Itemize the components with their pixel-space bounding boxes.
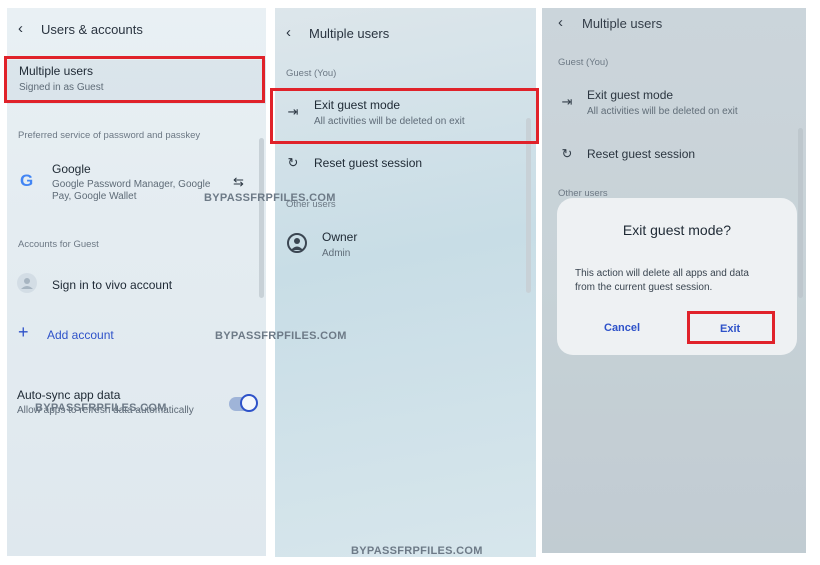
add-account-button[interactable]: Add account (47, 328, 114, 342)
swap-arrows-icon[interactable]: ⇆ (233, 174, 244, 190)
dialog-message-line1: This action will delete all apps and dat… (575, 268, 749, 279)
watermark: BYPASSFRPFILES.COM (351, 545, 483, 557)
dialog-title: Exit guest mode? (622, 222, 732, 238)
reset-guest-session-title: Reset guest session (314, 156, 423, 170)
scrollbar[interactable] (526, 118, 531, 293)
page-title: Multiple users (309, 26, 390, 41)
back-chevron-icon[interactable]: ‹ (18, 20, 23, 37)
highlight-exit-guest-mode (270, 88, 539, 144)
page-title: Users & accounts (41, 22, 143, 37)
auto-sync-title: Auto-sync app data (17, 388, 121, 402)
watermark: BYPASSFRPFILES.COM (35, 402, 167, 414)
auto-sync-toggle[interactable] (229, 394, 258, 412)
watermark: BYPASSFRPFILES.COM (204, 192, 336, 204)
exit-guest-dialog-screen: ‹ Multiple users Guest (You) ⇥ Exit gues… (542, 8, 806, 553)
google-title: Google (52, 162, 91, 176)
plus-icon: + (18, 322, 29, 342)
cancel-button[interactable]: Cancel (604, 322, 640, 334)
sign-in-vivo-account[interactable]: Sign in to vivo account (52, 278, 172, 292)
account-icon (17, 273, 37, 293)
google-subtitle-line2: Pay, Google Wallet (52, 191, 137, 202)
google-subtitle-line1: Google Password Manager, Google (52, 179, 211, 190)
reset-icon: ↻ (287, 155, 299, 170)
owner-subtitle: Admin (322, 248, 351, 259)
dialog-message-line2: from the current guest session. (575, 282, 713, 293)
accounts-section-header: Accounts for Guest (18, 239, 99, 250)
highlight-multiple-users (4, 56, 265, 103)
owner-row[interactable] (275, 226, 536, 266)
watermark: BYPASSFRPFILES.COM (215, 330, 347, 342)
owner-title: Owner (322, 230, 358, 244)
google-logo-icon: G (20, 171, 34, 190)
password-section-header: Preferred service of password and passke… (18, 130, 201, 141)
guest-section-header: Guest (You) (286, 68, 337, 79)
scrollbar[interactable] (259, 138, 264, 298)
account-circle-icon (287, 233, 307, 253)
back-chevron-icon[interactable]: ‹ (286, 24, 291, 41)
highlight-exit-button (687, 311, 775, 344)
